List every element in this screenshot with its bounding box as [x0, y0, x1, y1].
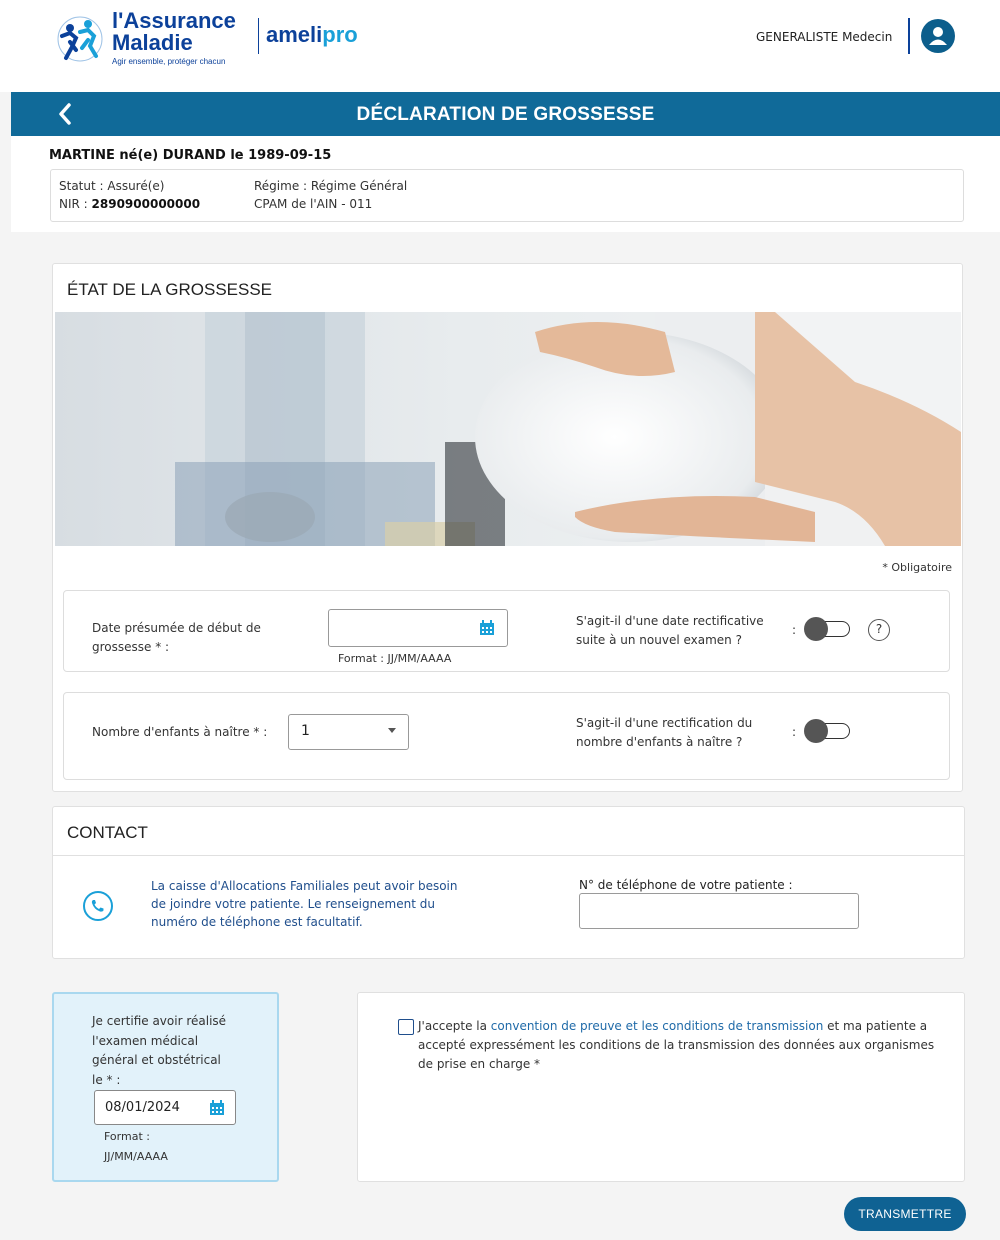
mandatory-note: * Obligatoire: [882, 561, 952, 574]
certif-line4: le * :: [92, 1073, 121, 1087]
acceptance-checkbox[interactable]: [398, 1019, 414, 1035]
patient-cpam: CPAM de l'AIN - 011: [254, 197, 373, 211]
patient-details-box: Statut : Assuré(e) NIR : 2890900000000 R…: [50, 169, 964, 222]
rectif-date-label-line2: suite à un nouvel examen ?: [576, 633, 742, 647]
contact-info-line2: de joindre votre patiente. Le renseignem…: [151, 897, 435, 911]
rectif-enfants-label-line2: nombre d'enfants à naître ?: [576, 735, 743, 749]
nombre-enfants-select[interactable]: 1: [288, 714, 409, 750]
certif-line3: général et obstétrical: [92, 1053, 221, 1067]
nir-value: 2890900000000: [91, 197, 201, 211]
page-title-bar: DÉCLARATION DE GROSSESSE: [11, 92, 1000, 136]
logo-divider: [258, 18, 259, 54]
convention-link[interactable]: convention de preuve et les conditions d…: [491, 1019, 824, 1033]
acceptance-text-before: J'accepte la: [418, 1019, 491, 1033]
date-debut-label-line2: grossesse * :: [92, 640, 170, 654]
nombre-enfants-label: Nombre d'enfants à naître * :: [92, 725, 268, 739]
user-role-label: GENERALISTE Medecin: [756, 30, 893, 44]
colon-separator: :: [792, 725, 797, 739]
logo-figures-icon: [57, 16, 103, 62]
contact-title: CONTACT: [67, 823, 148, 842]
patient-identity: MARTINE né(e) DURAND le 1989-09-15: [49, 148, 332, 163]
nombre-enfants-value: 1: [301, 723, 310, 739]
logo-title-line1: l'Assurance: [112, 8, 236, 33]
date-debut-format: Format : JJ/MM/AAAA: [338, 652, 452, 665]
contact-info-line1: La caisse d'Allocations Familiales peut …: [151, 879, 458, 893]
patient-regime: Régime : Régime Général: [254, 179, 408, 193]
certif-date-input[interactable]: 08/01/2024: [94, 1090, 236, 1125]
pregnancy-illustration: [55, 312, 961, 546]
user-divider: [908, 18, 910, 54]
calendar-icon[interactable]: [209, 1100, 225, 1116]
phone-icon: [83, 891, 113, 921]
nir-label: NIR :: [59, 197, 92, 211]
amelipro-logo[interactable]: amelipro: [266, 22, 358, 48]
patient-section: MARTINE né(e) DURAND le 1989-09-15 Statu…: [11, 136, 1000, 232]
acceptance-text: J'accepte la convention de preuve et les…: [418, 1017, 938, 1074]
assurance-maladie-logo[interactable]: l'Assurance Maladie Agir ensemble, proté…: [50, 8, 250, 68]
phone-label: N° de téléphone de votre patiente :: [579, 878, 793, 892]
rectif-date-label-line1: S'agit-il d'une date rectificative: [576, 614, 764, 628]
certif-line1: Je certifie avoir réalisé: [92, 1014, 227, 1028]
contact-card: CONTACT La caisse d'Allocations Familial…: [52, 806, 965, 959]
page-title: DÉCLARATION DE GROSSESSE: [356, 104, 655, 125]
certif-date-value: 08/01/2024: [105, 1100, 180, 1115]
phone-input[interactable]: [579, 893, 859, 929]
user-icon: [929, 27, 947, 45]
contact-divider: [53, 855, 964, 856]
date-debut-row: Date présumée de début de grossesse * : …: [63, 590, 950, 672]
logo-title-line2: Maladie: [112, 30, 193, 55]
contact-info-line3: numéro de téléphone est facultatif.: [151, 915, 363, 929]
logo-tagline: Agir ensemble, protéger chacun: [112, 57, 226, 66]
acceptance-box: J'accepte la convention de preuve et les…: [357, 992, 965, 1182]
toggle-knob: [804, 719, 828, 743]
transmettre-button[interactable]: TRANSMETTRE: [844, 1197, 966, 1231]
patient-nir: NIR : 2890900000000: [59, 197, 200, 211]
certification-box: Je certifie avoir réalisé l'examen médic…: [52, 992, 279, 1182]
rectif-enfants-toggle[interactable]: [804, 719, 850, 743]
certif-format-value: JJ/MM/AAAA: [104, 1150, 168, 1163]
etat-grossesse-title: ÉTAT DE LA GROSSESSE: [67, 280, 273, 299]
etat-grossesse-card: ÉTAT DE LA GROSSESSE * Obligatoire Date …: [52, 263, 963, 792]
calendar-icon[interactable]: [479, 620, 495, 636]
nombre-enfants-row: Nombre d'enfants à naître * : 1 S'agit-i…: [63, 692, 950, 780]
certif-line2: l'examen médical: [92, 1034, 199, 1048]
rectif-enfants-label-line1: S'agit-il d'une rectification du: [576, 716, 753, 730]
certif-format-label: Format :: [104, 1130, 150, 1143]
patient-statut: Statut : Assuré(e): [59, 179, 165, 193]
user-avatar-button[interactable]: [921, 19, 955, 53]
chevron-down-icon: [388, 728, 396, 733]
rectif-date-toggle[interactable]: [804, 617, 850, 641]
phone-glyph: [91, 900, 104, 912]
date-debut-label-line1: Date présumée de début de: [92, 621, 261, 635]
amelipro-logo-part2: pro: [322, 22, 358, 47]
toggle-knob: [804, 617, 828, 641]
amelipro-logo-part1: ameli: [266, 22, 323, 47]
date-debut-input[interactable]: [328, 609, 508, 647]
colon-separator: :: [792, 623, 797, 637]
top-header: l'Assurance Maladie Agir ensemble, proté…: [0, 0, 1000, 92]
pregnancy-photo-illustration: [55, 312, 961, 546]
help-button[interactable]: ?: [868, 619, 890, 641]
